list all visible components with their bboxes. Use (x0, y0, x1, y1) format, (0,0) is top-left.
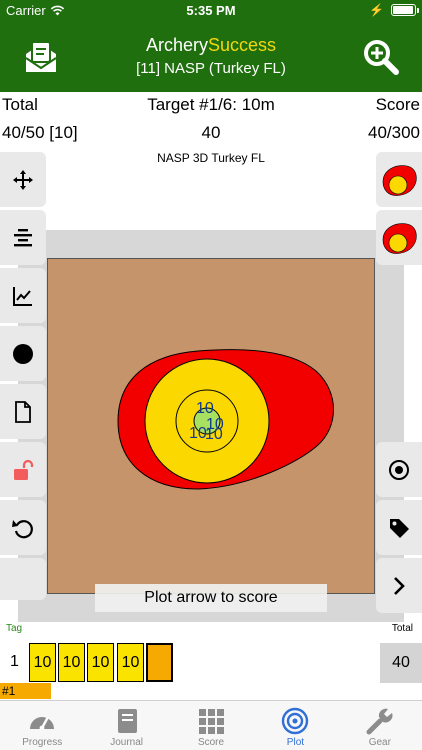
unlock-icon (14, 459, 34, 480)
arrow-score-1[interactable]: 10 (29, 643, 56, 682)
score-header: Total Target #1/6: 10m Score 40/50 [10] … (0, 92, 422, 148)
target-face-button-2[interactable] (376, 210, 422, 265)
end-number: 1 (10, 653, 19, 670)
target-icon (282, 707, 309, 735)
journal-icon (117, 709, 137, 733)
tab-bar: Progress Journal Score Plot Gear (0, 700, 422, 750)
arrow-score-4[interactable]: 10 (117, 643, 144, 682)
status-time: 5:35 PM (186, 3, 236, 18)
tag-label: Tag (6, 623, 23, 634)
tab-journal-label: Journal (110, 737, 144, 748)
document-button[interactable] (0, 384, 46, 439)
target-face[interactable]: 10 10 10 10 (47, 258, 375, 594)
target-label: Target #1/6: 10m (147, 95, 275, 114)
document-icon (15, 400, 31, 423)
tab-score[interactable]: Score (169, 701, 253, 750)
next-button[interactable] (376, 558, 422, 613)
tab-plot[interactable]: Plot (253, 701, 337, 750)
target-face-icon (382, 222, 417, 254)
target-face-drawing: 10 10 10 10 (117, 349, 334, 490)
tab-plot-label: Plot (286, 737, 305, 748)
app-title-main: Archery (145, 35, 208, 55)
dot-icon (13, 343, 33, 364)
align-button[interactable] (0, 210, 46, 265)
zoom-button[interactable] (362, 38, 400, 76)
tag-button[interactable] (376, 500, 422, 555)
tab-journal[interactable]: Journal (84, 701, 168, 750)
move-icon (13, 169, 33, 190)
charging-icon: ⚡ (369, 3, 384, 17)
target-center-icon (389, 459, 409, 480)
end-tag[interactable]: #1 (0, 683, 51, 699)
tab-gear[interactable]: Gear (338, 701, 422, 750)
arrow-score-3[interactable]: 10 (87, 643, 114, 682)
move-button[interactable] (0, 152, 46, 207)
end-total-label: Total (391, 623, 413, 634)
status-bar: Carrier 5:35 PM ⚡ (0, 0, 422, 22)
gauge-icon (30, 716, 55, 731)
arrow-mark-4: 10 (205, 426, 223, 443)
align-icon (14, 228, 32, 246)
dot-button[interactable] (0, 326, 46, 381)
nav-bar: ArcherySuccess [11] NASP (Turkey FL) (0, 22, 422, 92)
left-toolbar-spacer (0, 558, 46, 600)
zoom-in-icon (364, 40, 399, 75)
target-face-icon (382, 164, 417, 196)
chevron-right-icon (394, 576, 405, 595)
target-name: NASP 3D Turkey FL (157, 151, 265, 165)
app-title-accent: Success (207, 35, 277, 55)
grid-icon (199, 709, 225, 734)
tab-score-label: Score (197, 737, 225, 748)
target-face-button-1[interactable] (376, 152, 422, 207)
tab-progress[interactable]: Progress (0, 701, 84, 750)
score-label: Score (375, 95, 420, 114)
arrow-mark-1: 10 (196, 400, 214, 417)
undo-icon (12, 519, 33, 538)
wrench-icon (366, 708, 393, 735)
lock-button[interactable] (0, 442, 46, 497)
undo-button[interactable] (0, 500, 46, 555)
arrow-score-2[interactable]: 10 (58, 643, 85, 682)
arrow-score-empty[interactable] (146, 643, 173, 682)
battery-icon (391, 4, 419, 16)
app-title: ArcherySuccess (0, 35, 422, 56)
tab-progress-label: Progress (22, 737, 63, 748)
tag-icon (390, 518, 409, 538)
end-total: 40 (380, 643, 422, 683)
plot-hint: Plot arrow to score (95, 584, 327, 612)
round-subtitle: [11] NASP (Turkey FL) (136, 60, 286, 77)
score-value: 40/300 (368, 123, 420, 142)
tab-gear-label: Gear (368, 737, 391, 748)
chart-button[interactable] (0, 268, 46, 323)
target-center-button[interactable] (376, 442, 422, 497)
chart-icon (13, 286, 32, 306)
target-value: 40 (201, 123, 221, 142)
end-row: 1 10 10 10 10 40 (0, 641, 422, 683)
